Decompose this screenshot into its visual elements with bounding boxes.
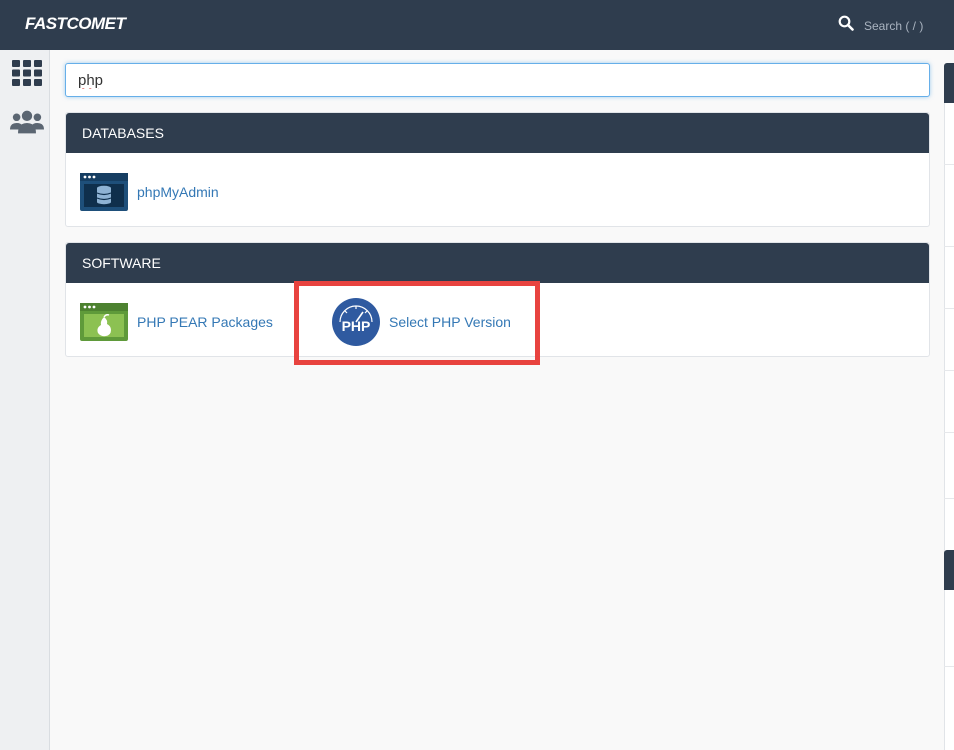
divider xyxy=(944,246,954,247)
item-label[interactable]: phpMyAdmin xyxy=(137,184,219,200)
divider xyxy=(944,432,954,433)
global-search[interactable]: Search ( / ) xyxy=(838,15,923,36)
software-panel: SOFTWARE PHP PEAR Packages PHP Select PH… xyxy=(65,242,930,357)
panel-body: phpMyAdmin xyxy=(66,153,929,227)
item-label[interactable]: Select PHP Version xyxy=(389,314,511,330)
logo[interactable]: FASTCOMET xyxy=(25,14,126,34)
pear-window-icon xyxy=(80,303,128,341)
item-label[interactable]: PHP PEAR Packages xyxy=(137,314,273,330)
divider xyxy=(944,164,954,165)
divider xyxy=(944,370,954,371)
databases-panel: DATABASES phpMyAdmin xyxy=(65,112,930,227)
panel-body: PHP PEAR Packages PHP Select PHP Version xyxy=(66,283,929,357)
panel-title: DATABASES xyxy=(66,113,929,153)
php-gauge-icon: PHP xyxy=(332,298,380,346)
right-panel-header-2 xyxy=(944,550,954,590)
top-bar: FASTCOMET Search ( / ) xyxy=(0,0,954,50)
divider xyxy=(944,308,954,309)
select-php-version-link[interactable]: PHP Select PHP Version xyxy=(332,298,511,346)
divider xyxy=(944,498,954,499)
database-window-icon xyxy=(80,173,128,211)
right-panel-header xyxy=(944,63,954,103)
right-panel-body-2 xyxy=(944,590,954,750)
search-icon[interactable] xyxy=(838,15,854,36)
phpmyadmin-link[interactable]: phpMyAdmin xyxy=(80,173,219,211)
php-pear-packages-link[interactable]: PHP PEAR Packages xyxy=(80,303,273,341)
users-icon[interactable] xyxy=(10,107,44,137)
grid-icon[interactable] xyxy=(10,58,44,88)
svg-text:PHP: PHP xyxy=(342,318,371,334)
global-search-label[interactable]: Search ( / ) xyxy=(864,19,923,33)
tool-search-input[interactable] xyxy=(65,63,930,97)
right-column xyxy=(944,63,954,750)
panel-title: SOFTWARE xyxy=(66,243,929,283)
sidebar xyxy=(0,50,50,750)
right-panel-body xyxy=(944,103,954,560)
divider xyxy=(944,666,954,667)
